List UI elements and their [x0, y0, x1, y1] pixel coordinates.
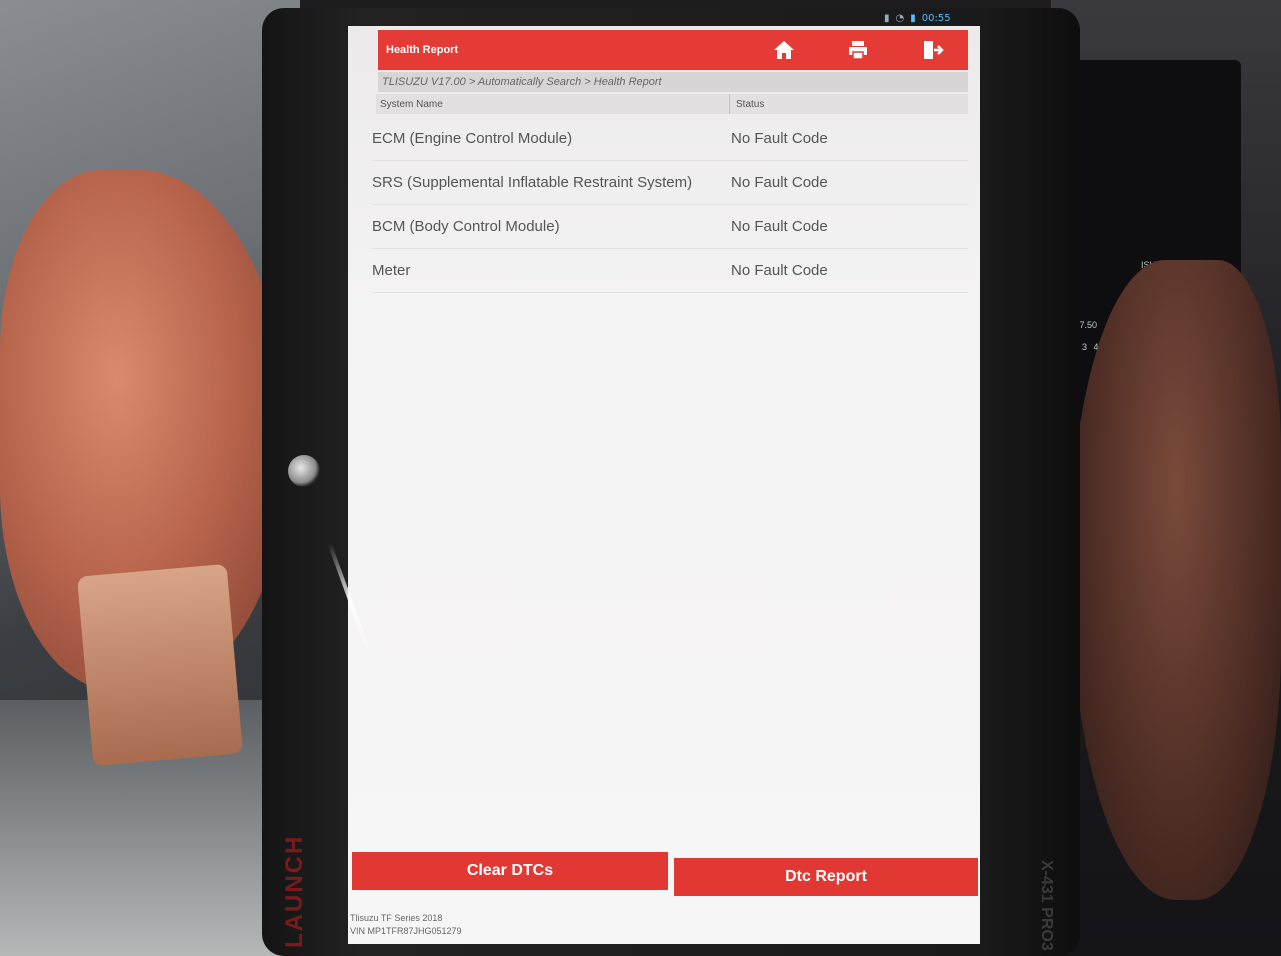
system-status: No Fault Code	[731, 217, 828, 235]
wifi-icon: ◔	[895, 13, 905, 24]
clock: 00:55	[921, 13, 951, 24]
column-system-name: System Name	[376, 94, 730, 114]
table-row[interactable]: Meter No Fault Code	[372, 248, 968, 293]
battery-icon: ▮	[910, 13, 916, 24]
left-hand-palm	[77, 563, 243, 767]
system-status: No Fault Code	[731, 261, 828, 279]
vehicle-vin: VIN MP1TFR87JHG051279	[350, 926, 462, 936]
system-name: SRS (Supplemental Inflatable Restraint S…	[372, 173, 693, 191]
clear-dtcs-button[interactable]: Clear DTCs	[352, 852, 668, 890]
dtc-report-button[interactable]: Dtc Report	[674, 858, 978, 896]
printer-icon[interactable]	[844, 36, 872, 64]
vehicle-model: Tlisuzu TF Series 2018	[350, 913, 443, 923]
right-hand	[1071, 260, 1281, 900]
page-title: Health Report	[386, 44, 459, 56]
system-name: Meter	[372, 261, 411, 279]
system-name: ECM (Engine Control Module)	[372, 129, 573, 147]
table-row[interactable]: SRS (Supplemental Inflatable Restraint S…	[372, 160, 968, 205]
column-status: Status	[736, 98, 765, 110]
tablet-brand: LAUNCH	[281, 834, 308, 948]
system-status-bar: ▮ ◔ ▮ 00:55	[884, 13, 951, 24]
table-row[interactable]: BCM (Body Control Module) No Fault Code	[372, 204, 968, 249]
signal-icon: ▮	[884, 13, 890, 24]
vehicle-info: Tlisuzu TF Series 2018 VIN MP1TFR87JHG05…	[350, 912, 462, 938]
tablet-home-button[interactable]	[288, 455, 320, 487]
home-icon[interactable]	[770, 36, 798, 64]
screen: Health Report TLISUZU V17.00 > Automatic…	[348, 26, 980, 944]
breadcrumb: TLISUZU V17.00 > Automatically Search > …	[378, 72, 968, 92]
system-status: No Fault Code	[731, 173, 828, 191]
system-name: BCM (Body Control Module)	[372, 217, 560, 235]
table-row[interactable]: ECM (Engine Control Module) No Fault Cod…	[372, 116, 968, 161]
system-status: No Fault Code	[731, 129, 828, 147]
tablet-model: X-431 PRO3	[1038, 860, 1055, 951]
app-header: Health Report	[378, 30, 968, 70]
exit-icon[interactable]	[918, 36, 946, 64]
table-header: System Name Status	[376, 94, 968, 114]
